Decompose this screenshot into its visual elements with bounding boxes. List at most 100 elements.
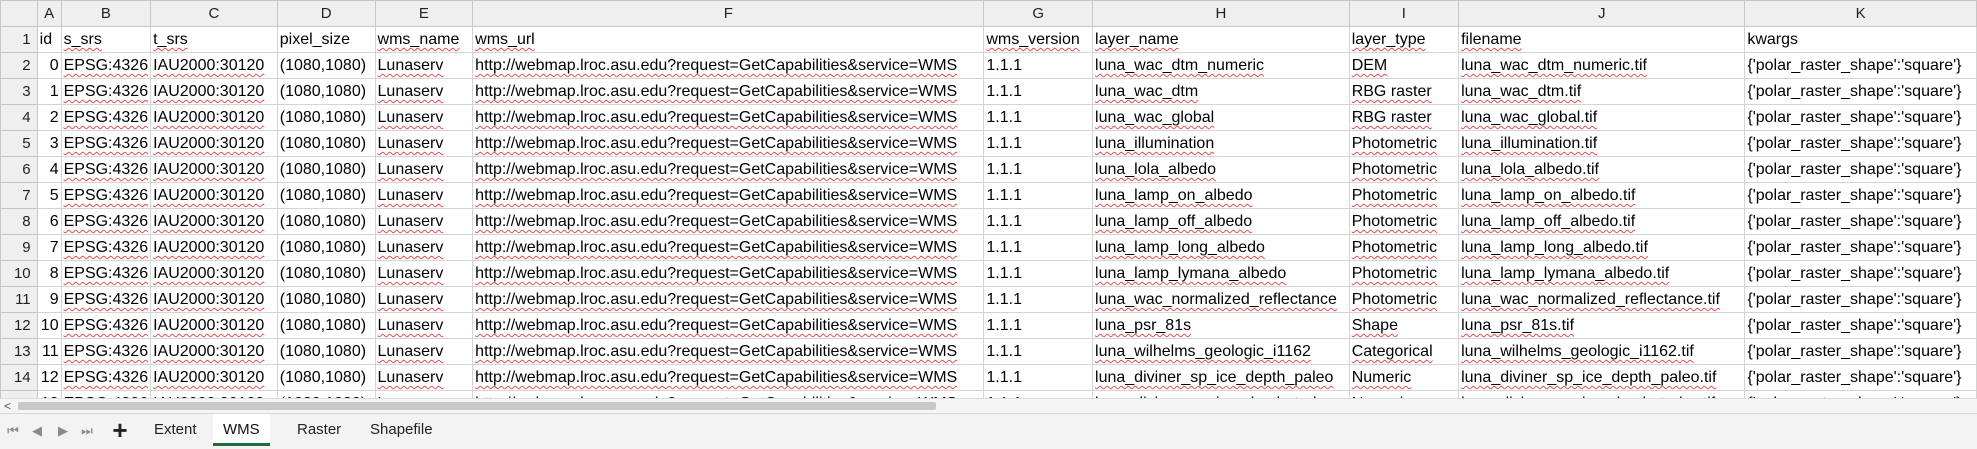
table-cell[interactable]: luna_lamp_on_albedo.tif: [1458, 182, 1746, 209]
header-cell[interactable]: id: [36, 26, 62, 53]
table-cell[interactable]: 1.1.1: [983, 286, 1094, 313]
table-cell[interactable]: http://webmap.lroc.asu.edu?request=GetCa…: [472, 260, 985, 287]
table-cell[interactable]: luna_lamp_lymana_albedo.tif: [1458, 260, 1746, 287]
table-cell[interactable]: luna_lola_albedo: [1092, 156, 1350, 183]
table-cell[interactable]: http://webmap.lroc.asu.edu?request=GetCa…: [472, 312, 985, 339]
row-number[interactable]: 2: [0, 52, 38, 79]
table-cell[interactable]: 1.1.1: [983, 364, 1094, 391]
table-cell[interactable]: {'polar_raster_shape':'square'}: [1744, 182, 1977, 209]
table-cell[interactable]: EPSG:4326: [60, 104, 152, 131]
scrollbar-thumb[interactable]: [18, 402, 936, 410]
table-cell[interactable]: 1.1.1: [983, 130, 1094, 157]
table-cell[interactable]: luna_lola_albedo.tif: [1458, 156, 1746, 183]
table-cell[interactable]: {'polar_raster_shape':'square'}: [1744, 286, 1977, 313]
table-cell[interactable]: IAU2000:30120: [150, 364, 278, 391]
table-cell[interactable]: {'polar_raster_shape':'square'}: [1744, 312, 1977, 339]
table-cell[interactable]: Photometric: [1348, 286, 1460, 313]
table-cell[interactable]: EPSG:4326: [60, 78, 152, 105]
table-cell[interactable]: luna_diviner_sp_ice_depth_paleo.tif: [1458, 364, 1746, 391]
table-cell[interactable]: (1080,1080): [276, 182, 376, 209]
table-cell[interactable]: (1080,1080): [276, 364, 376, 391]
table-cell[interactable]: Numeric: [1348, 364, 1460, 391]
column-header-f[interactable]: F: [472, 0, 985, 27]
row-number[interactable]: 13: [0, 338, 38, 365]
table-cell[interactable]: http://webmap.lroc.asu.edu?request=GetCa…: [472, 130, 985, 157]
table-cell[interactable]: 1: [36, 78, 62, 105]
table-cell[interactable]: luna_illumination: [1092, 130, 1350, 157]
table-cell[interactable]: EPSG:4326: [60, 260, 152, 287]
table-cell[interactable]: EPSG:4326: [60, 182, 152, 209]
column-header-a[interactable]: A: [36, 0, 62, 27]
header-cell[interactable]: s_srs: [60, 26, 152, 53]
table-cell[interactable]: IAU2000:30120: [150, 338, 278, 365]
table-cell[interactable]: Lunaserv: [374, 338, 474, 365]
column-header-e[interactable]: E: [374, 0, 474, 27]
table-cell[interactable]: 1.1.1: [983, 338, 1094, 365]
table-cell[interactable]: IAU2000:30120: [150, 182, 278, 209]
table-cell[interactable]: EPSG:4326: [60, 156, 152, 183]
table-cell[interactable]: Lunaserv: [374, 260, 474, 287]
table-cell[interactable]: http://webmap.lroc.asu.edu?request=GetCa…: [472, 364, 985, 391]
column-header-d[interactable]: D: [276, 0, 376, 27]
table-cell[interactable]: {'polar_raster_shape':'square'}: [1744, 156, 1977, 183]
row-number[interactable]: 5: [0, 130, 38, 157]
table-cell[interactable]: 2: [36, 104, 62, 131]
table-cell[interactable]: Categorical: [1348, 338, 1460, 365]
table-cell[interactable]: 1.1.1: [983, 156, 1094, 183]
row-number[interactable]: 7: [0, 182, 38, 209]
table-cell[interactable]: luna_wac_dtm.tif: [1458, 78, 1746, 105]
previous-sheet-icon[interactable]: ◀: [30, 423, 44, 439]
first-sheet-icon[interactable]: ⏮: [6, 423, 20, 439]
header-cell[interactable]: kwargs: [1744, 26, 1977, 53]
table-cell[interactable]: DEM: [1348, 52, 1460, 79]
column-header-i[interactable]: I: [1348, 0, 1460, 27]
table-cell[interactable]: http://webmap.lroc.asu.edu?request=GetCa…: [472, 208, 985, 235]
table-cell[interactable]: luna_lamp_off_albedo: [1092, 208, 1350, 235]
table-cell[interactable]: luna_diviner_sp_ice_depth_paleo: [1092, 364, 1350, 391]
table-cell[interactable]: Photometric: [1348, 156, 1460, 183]
table-cell[interactable]: http://webmap.lroc.asu.edu?request=GetCa…: [472, 156, 985, 183]
row-number[interactable]: 1: [0, 26, 38, 53]
table-cell[interactable]: http://webmap.lroc.asu.edu?request=GetCa…: [472, 52, 985, 79]
table-cell[interactable]: 1.1.1: [983, 390, 1094, 398]
header-cell[interactable]: pixel_size: [276, 26, 376, 53]
row-number[interactable]: 15: [0, 390, 38, 398]
table-cell[interactable]: Lunaserv: [374, 156, 474, 183]
table-cell[interactable]: luna_wac_dtm_numeric.tif: [1458, 52, 1746, 79]
table-cell[interactable]: 9: [36, 286, 62, 313]
table-cell[interactable]: Lunaserv: [374, 234, 474, 261]
table-cell[interactable]: 1.1.1: [983, 78, 1094, 105]
table-cell[interactable]: luna_diviner_sp_ice_depth_today: [1092, 390, 1350, 398]
table-cell[interactable]: {'polar_raster_shape':'square'}: [1744, 260, 1977, 287]
column-header-g[interactable]: G: [983, 0, 1094, 27]
table-cell[interactable]: Lunaserv: [374, 364, 474, 391]
header-cell[interactable]: layer_name: [1092, 26, 1350, 53]
table-cell[interactable]: luna_wilhelms_geologic_i1162.tif: [1458, 338, 1746, 365]
table-cell[interactable]: Lunaserv: [374, 208, 474, 235]
table-cell[interactable]: Photometric: [1348, 182, 1460, 209]
table-cell[interactable]: 0: [36, 52, 62, 79]
table-cell[interactable]: {'polar_raster_shape':'square'}: [1744, 390, 1977, 398]
table-cell[interactable]: {'polar_raster_shape':'square'}: [1744, 78, 1977, 105]
table-cell[interactable]: luna_wilhelms_geologic_i1162: [1092, 338, 1350, 365]
column-header-h[interactable]: H: [1092, 0, 1350, 27]
table-cell[interactable]: luna_lamp_off_albedo.tif: [1458, 208, 1746, 235]
table-cell[interactable]: (1080,1080): [276, 390, 376, 398]
table-cell[interactable]: (1080,1080): [276, 312, 376, 339]
table-cell[interactable]: luna_diviner_sp_ice_depth_today.tif: [1458, 390, 1746, 398]
table-cell[interactable]: IAU2000:30120: [150, 78, 278, 105]
scroll-left-arrow-icon[interactable]: <: [4, 399, 11, 413]
tab-shapefile[interactable]: Shapefile: [360, 414, 443, 446]
row-number[interactable]: 11: [0, 286, 38, 313]
header-cell[interactable]: filename: [1458, 26, 1746, 53]
row-number[interactable]: 14: [0, 364, 38, 391]
table-cell[interactable]: IAU2000:30120: [150, 208, 278, 235]
table-cell[interactable]: IAU2000:30120: [150, 52, 278, 79]
table-cell[interactable]: (1080,1080): [276, 104, 376, 131]
table-cell[interactable]: http://webmap.lroc.asu.edu?request=GetCa…: [472, 182, 985, 209]
next-sheet-icon[interactable]: ▶: [56, 423, 70, 439]
table-cell[interactable]: Photometric: [1348, 130, 1460, 157]
column-header-c[interactable]: C: [150, 0, 278, 27]
table-cell[interactable]: luna_wac_normalized_reflectance: [1092, 286, 1350, 313]
table-cell[interactable]: http://webmap.lroc.asu.edu?request=GetCa…: [472, 338, 985, 365]
